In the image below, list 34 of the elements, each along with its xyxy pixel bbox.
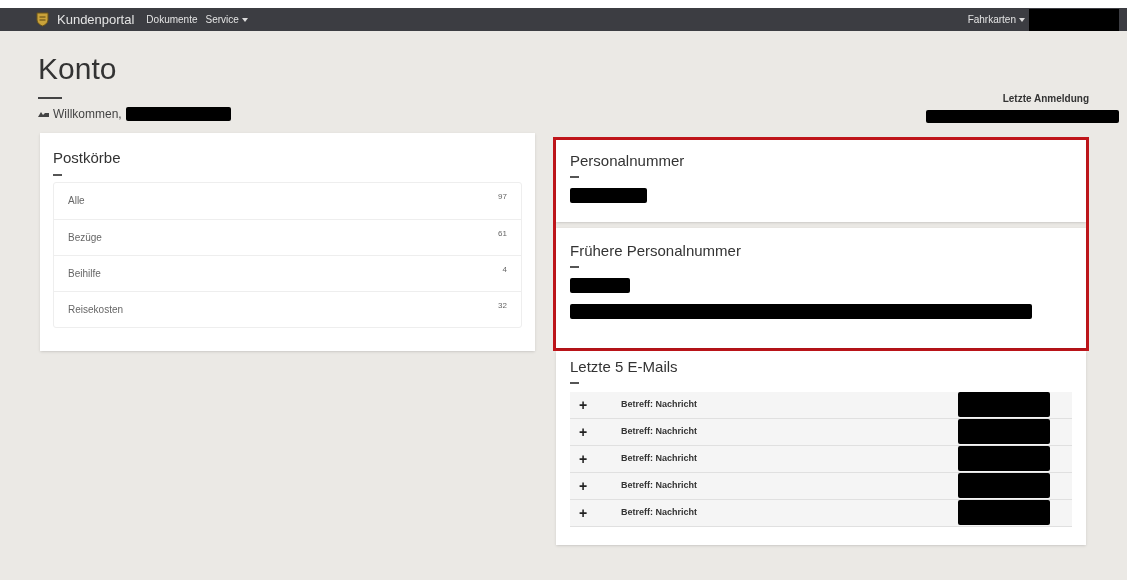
mailbox-item[interactable]: Beihilfe 4 [54, 254, 521, 291]
card-title: Postkörbe [53, 148, 122, 168]
last-login-label: Letzte Anmeldung [1002, 92, 1089, 106]
email-subject: Betreff: Nachricht [621, 478, 698, 492]
email-subject: Betreff: Nachricht [621, 397, 698, 411]
nav-link[interactable]: Dokumente [146, 12, 198, 27]
redaction-bar [570, 277, 630, 293]
page-title: Konto [38, 51, 118, 87]
expand-button[interactable]: + [578, 505, 588, 520]
nav-dropdown[interactable]: Service [205, 12, 248, 27]
title-underline [38, 97, 62, 99]
shield-logo-icon [36, 12, 49, 27]
caret-icon [241, 17, 248, 22]
brand-link[interactable]: Kundenportal [57, 9, 135, 30]
card-title: Personalnummer [570, 151, 686, 171]
count-text: 32 [498, 299, 507, 312]
welcome-text: Willkommen, [53, 106, 122, 123]
count-text: 4 [502, 263, 507, 276]
mailbox-item[interactable]: Reisekosten 32 [54, 290, 521, 327]
mailbox-item[interactable]: Alle 97 [54, 182, 521, 219]
expand-button[interactable]: + [578, 451, 588, 466]
expand-button[interactable]: + [578, 478, 588, 493]
email-subject: Betreff: Nachricht [621, 424, 698, 438]
count-text: 97 [498, 190, 507, 203]
expand-button[interactable]: + [578, 424, 588, 439]
mailbox-item[interactable]: Bezüge 61 [54, 218, 521, 255]
email-subject: Betreff: Nachricht [621, 451, 698, 465]
count-text: 61 [498, 227, 507, 240]
card-title: Frühere Personalnummer [570, 241, 742, 261]
nav-dropdown[interactable]: Fahrkarten [967, 12, 1025, 27]
email-subject: Betreff: Nachricht [621, 505, 698, 519]
expand-button[interactable]: + [578, 397, 588, 412]
caret-icon [1019, 17, 1025, 22]
card-title: Letzte 5 E-Mails [570, 357, 679, 377]
